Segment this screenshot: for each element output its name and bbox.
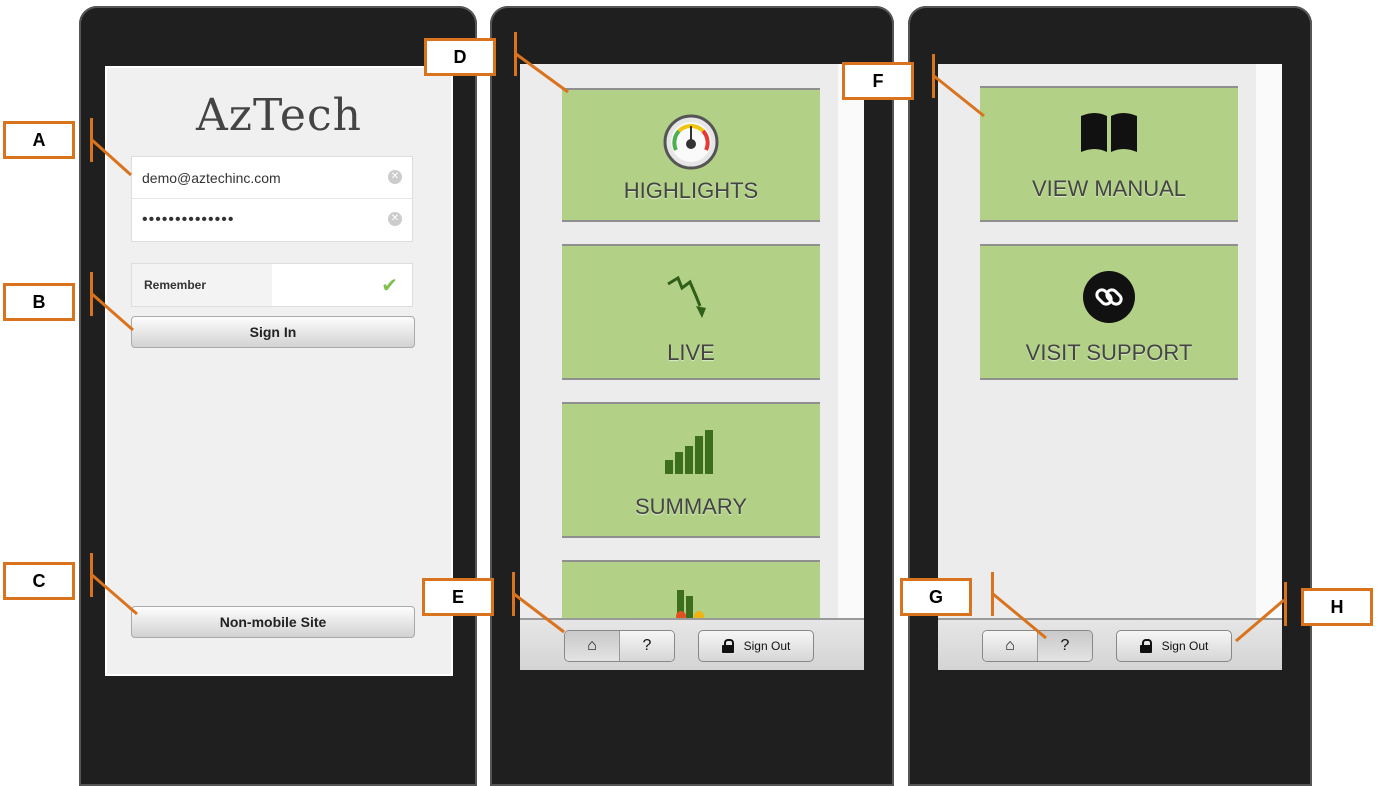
home-icon[interactable]: ⌂ bbox=[983, 631, 1037, 661]
sign-out-label: Sign Out bbox=[1161, 639, 1209, 653]
lock-icon bbox=[1139, 639, 1152, 653]
callout-b: B bbox=[3, 283, 75, 321]
help-phone: VIEW MANUAL VISIT SUPPORT ⌂ ? Sign Out bbox=[908, 6, 1312, 786]
login-screen: AzTech demo@aztechinc.com ✕ ••••••••••••… bbox=[105, 66, 453, 676]
home-phone: HIGHLIGHTS LIVE SUMMARY ⌂ ? Sign Out bbox=[490, 6, 894, 786]
tile-more[interactable] bbox=[562, 560, 820, 622]
lock-icon bbox=[721, 639, 734, 653]
tile-label: VIEW MANUAL bbox=[1031, 176, 1187, 201]
scrollbar[interactable] bbox=[838, 64, 864, 620]
home-icon[interactable]: ⌂ bbox=[565, 631, 619, 661]
help-icon[interactable]: ? bbox=[1037, 631, 1092, 661]
tile-highlights[interactable]: HIGHLIGHTS bbox=[562, 88, 820, 222]
callout-e: E bbox=[422, 578, 494, 616]
bar-chart-icon bbox=[665, 430, 713, 474]
nav-segment: ⌂ ? bbox=[564, 630, 675, 662]
callout-f: F bbox=[842, 62, 914, 100]
book-icon bbox=[1081, 113, 1137, 152]
clear-icon[interactable]: ✕ bbox=[388, 212, 402, 226]
tile-label: SUMMARY bbox=[634, 494, 748, 519]
callout-c: C bbox=[3, 562, 75, 600]
remember-label: Remember bbox=[132, 264, 272, 306]
help-icon[interactable]: ? bbox=[619, 631, 674, 661]
home-screen: HIGHLIGHTS LIVE SUMMARY ⌂ ? Sign Out bbox=[520, 64, 864, 670]
email-value: demo@aztechinc.com bbox=[142, 169, 281, 186]
bottom-toolbar: ⌂ ? Sign Out bbox=[938, 618, 1282, 670]
callout-d: D bbox=[424, 38, 496, 76]
gauge-icon bbox=[663, 114, 719, 170]
callout-bracket bbox=[512, 572, 515, 616]
callout-g: G bbox=[900, 578, 972, 616]
nav-segment: ⌂ ? bbox=[982, 630, 1093, 662]
email-field[interactable]: demo@aztechinc.com ✕ bbox=[132, 157, 412, 199]
callout-a: A bbox=[3, 121, 75, 159]
callout-bracket bbox=[90, 272, 93, 316]
password-value: •••••••••••••• bbox=[142, 211, 235, 228]
sign-in-button[interactable]: Sign In bbox=[131, 316, 415, 348]
callout-bracket bbox=[90, 118, 93, 162]
sign-out-button[interactable]: Sign Out bbox=[1116, 630, 1232, 662]
callout-bracket bbox=[1284, 582, 1287, 626]
password-field[interactable]: •••••••••••••• ✕ bbox=[132, 199, 412, 241]
tile-summary[interactable]: SUMMARY bbox=[562, 402, 820, 538]
sign-out-label: Sign Out bbox=[743, 639, 791, 653]
tile-label: LIVE bbox=[667, 340, 715, 365]
tile-label: HIGHLIGHTS bbox=[623, 178, 759, 203]
tile-visit-support[interactable]: VISIT SUPPORT bbox=[980, 244, 1238, 380]
tile-view-manual[interactable]: VIEW MANUAL bbox=[980, 86, 1238, 222]
login-phone: AzTech demo@aztechinc.com ✕ ••••••••••••… bbox=[79, 6, 477, 786]
callout-bracket bbox=[932, 54, 935, 98]
callout-h: H bbox=[1301, 588, 1373, 626]
bar-chart-icon bbox=[676, 590, 704, 622]
callout-bracket bbox=[514, 32, 517, 76]
help-screen: VIEW MANUAL VISIT SUPPORT ⌂ ? Sign Out bbox=[938, 64, 1282, 670]
remember-toggle[interactable]: Remember ✔ bbox=[131, 263, 413, 307]
callout-bracket bbox=[991, 572, 994, 616]
link-icon bbox=[1083, 271, 1135, 323]
tile-live[interactable]: LIVE bbox=[562, 244, 820, 380]
tile-label: VISIT SUPPORT bbox=[1025, 340, 1193, 365]
non-mobile-site-button[interactable]: Non-mobile Site bbox=[131, 606, 415, 638]
clear-icon[interactable]: ✕ bbox=[388, 170, 402, 184]
bottom-toolbar: ⌂ ? Sign Out bbox=[520, 618, 864, 670]
callout-bracket bbox=[90, 553, 93, 597]
checkmark-icon[interactable]: ✔ bbox=[381, 273, 398, 298]
logo: AzTech bbox=[196, 90, 362, 141]
sign-out-button[interactable]: Sign Out bbox=[698, 630, 814, 662]
trend-down-icon bbox=[667, 276, 706, 318]
credentials-box: demo@aztechinc.com ✕ •••••••••••••• ✕ bbox=[131, 156, 413, 242]
scrollbar[interactable] bbox=[1256, 64, 1282, 620]
